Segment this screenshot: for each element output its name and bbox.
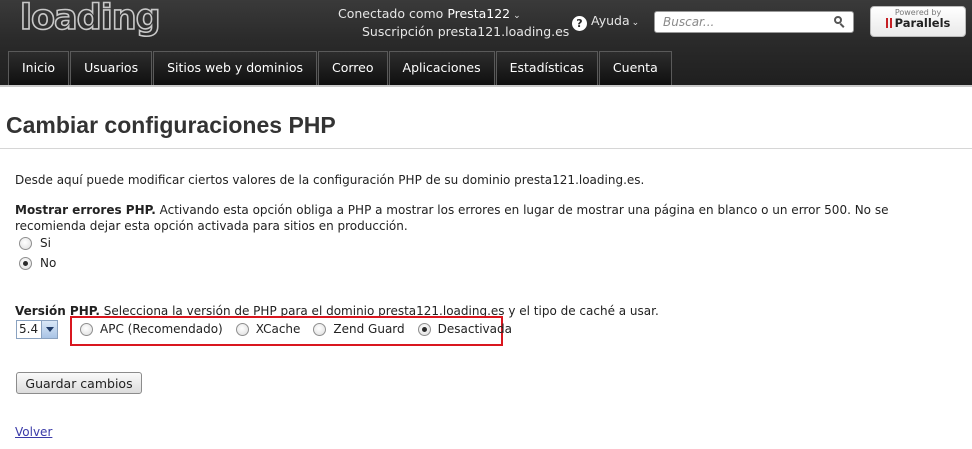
dropdown-button[interactable]	[41, 321, 57, 338]
parallels-brand: Parallels	[871, 16, 965, 30]
tab-estadisticas[interactable]: Estadísticas	[495, 51, 598, 85]
radio-si[interactable]	[19, 236, 32, 250]
save-button[interactable]: Guardar cambios	[16, 372, 142, 394]
tab-inicio[interactable]: Inicio	[8, 51, 70, 85]
radio-apc[interactable]	[80, 322, 93, 336]
errors-description: Mostrar errores PHP. Activando esta opci…	[15, 202, 955, 234]
back-link[interactable]: Volver	[15, 425, 52, 439]
radio-xcache[interactable]	[235, 322, 249, 336]
cache-options: APC (Recomendado) XCache Zend Guard Desa…	[80, 321, 525, 337]
chevron-down-icon	[46, 327, 54, 332]
radio-zend-guard-label: Zend Guard	[333, 322, 405, 336]
main-nav: Inicio Usuarios Sitios web y dominios Co…	[8, 51, 673, 85]
radio-desactivada[interactable]	[417, 322, 431, 336]
cache-option-apc[interactable]: APC (Recomendado)	[80, 322, 223, 336]
cache-option-zend-guard[interactable]: Zend Guard	[313, 322, 405, 336]
radio-zend-guard[interactable]	[313, 322, 327, 336]
username: Presta122	[447, 6, 511, 21]
cache-option-xcache[interactable]: XCache	[235, 322, 301, 336]
search-icon[interactable]	[834, 16, 845, 28]
errors-label: Mostrar errores PHP.	[15, 203, 156, 217]
radio-no[interactable]	[19, 256, 32, 270]
connected-label: Conectado como	[338, 6, 444, 21]
tab-cuenta[interactable]: Cuenta	[598, 51, 672, 85]
radio-xcache-label: XCache	[255, 322, 301, 336]
title-divider	[0, 148, 972, 149]
help-menu[interactable]: ? Ayuda ⌄	[572, 13, 639, 31]
logo[interactable]: loading	[19, 0, 161, 44]
errors-option-si[interactable]: Si	[19, 235, 51, 251]
subscription-domain: presta121.loading.es	[437, 24, 570, 39]
php-version-select[interactable]: 5.4	[16, 320, 58, 339]
radio-apc-label: APC (Recomendado)	[100, 322, 223, 336]
tab-correo[interactable]: Correo	[318, 51, 388, 85]
radio-desactivada-label: Desactivada	[437, 322, 512, 336]
errors-option-no[interactable]: No	[19, 255, 56, 271]
intro-text: Desde aquí puede modificar ciertos valor…	[15, 173, 645, 187]
account-connected[interactable]: Conectado como Presta122 ⌄	[338, 6, 521, 21]
search-input[interactable]	[655, 12, 831, 32]
php-version-value: 5.4	[19, 322, 39, 336]
radio-si-label: Si	[40, 236, 51, 250]
account-subscription: Suscripción presta121.loading.es	[362, 24, 569, 39]
help-icon: ?	[572, 16, 587, 31]
brand-label: Parallels	[894, 16, 951, 30]
logo-text: loading	[19, 0, 161, 39]
chevron-down-icon: ⌄	[631, 18, 640, 28]
radio-no-label: No	[40, 256, 57, 270]
page-title: Cambiar configuraciones PHP	[6, 112, 336, 138]
tab-aplicaciones[interactable]: Aplicaciones	[388, 51, 495, 85]
tab-sitios-web[interactable]: Sitios web y dominios	[153, 51, 318, 85]
help-label: Ayuda	[591, 13, 630, 28]
search-box	[654, 11, 854, 33]
powered-by-badge[interactable]: Powered by Parallels	[870, 6, 966, 37]
nav-divider	[0, 85, 972, 87]
subscription-label: Suscripción	[362, 24, 434, 39]
tab-usuarios[interactable]: Usuarios	[70, 51, 153, 85]
chevron-down-icon: ⌄	[513, 11, 521, 21]
cache-option-desactivada[interactable]: Desactivada	[417, 322, 512, 336]
top-header: loading Conectado como Presta122 ⌄ Suscri…	[0, 0, 972, 85]
parallels-logo-icon	[885, 18, 892, 28]
